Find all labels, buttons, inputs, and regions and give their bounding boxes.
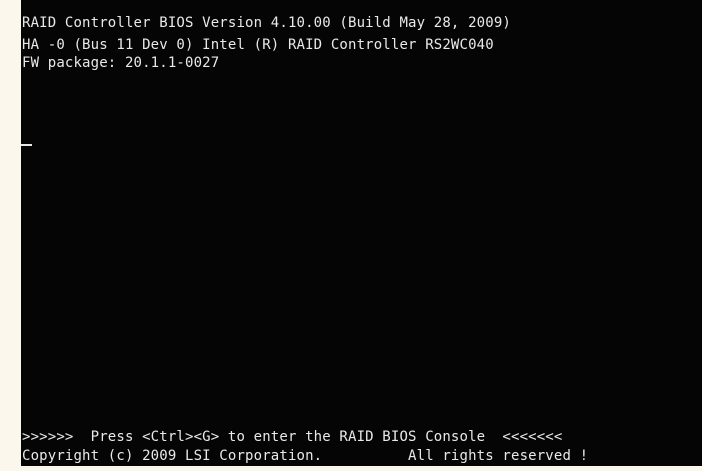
controller-info-line: HA -0 (Bus 11 Dev 0) Intel (R) RAID Cont… xyxy=(22,37,494,53)
text-cursor xyxy=(21,144,32,146)
bios-version-line: RAID Controller BIOS Version 4.10.00 (Bu… xyxy=(22,15,511,31)
bios-console: RAID Controller BIOS Version 4.10.00 (Bu… xyxy=(21,0,702,466)
fw-package-line: FW package: 20.1.1-0027 xyxy=(22,55,220,71)
copyright-line: Copyright (c) 2009 LSI Corporation. All … xyxy=(22,448,589,464)
screen-margin xyxy=(0,0,21,471)
screen-bottom-margin xyxy=(0,466,702,471)
ctrl-g-prompt: >>>>>> Press <Ctrl><G> to enter the RAID… xyxy=(22,429,563,445)
